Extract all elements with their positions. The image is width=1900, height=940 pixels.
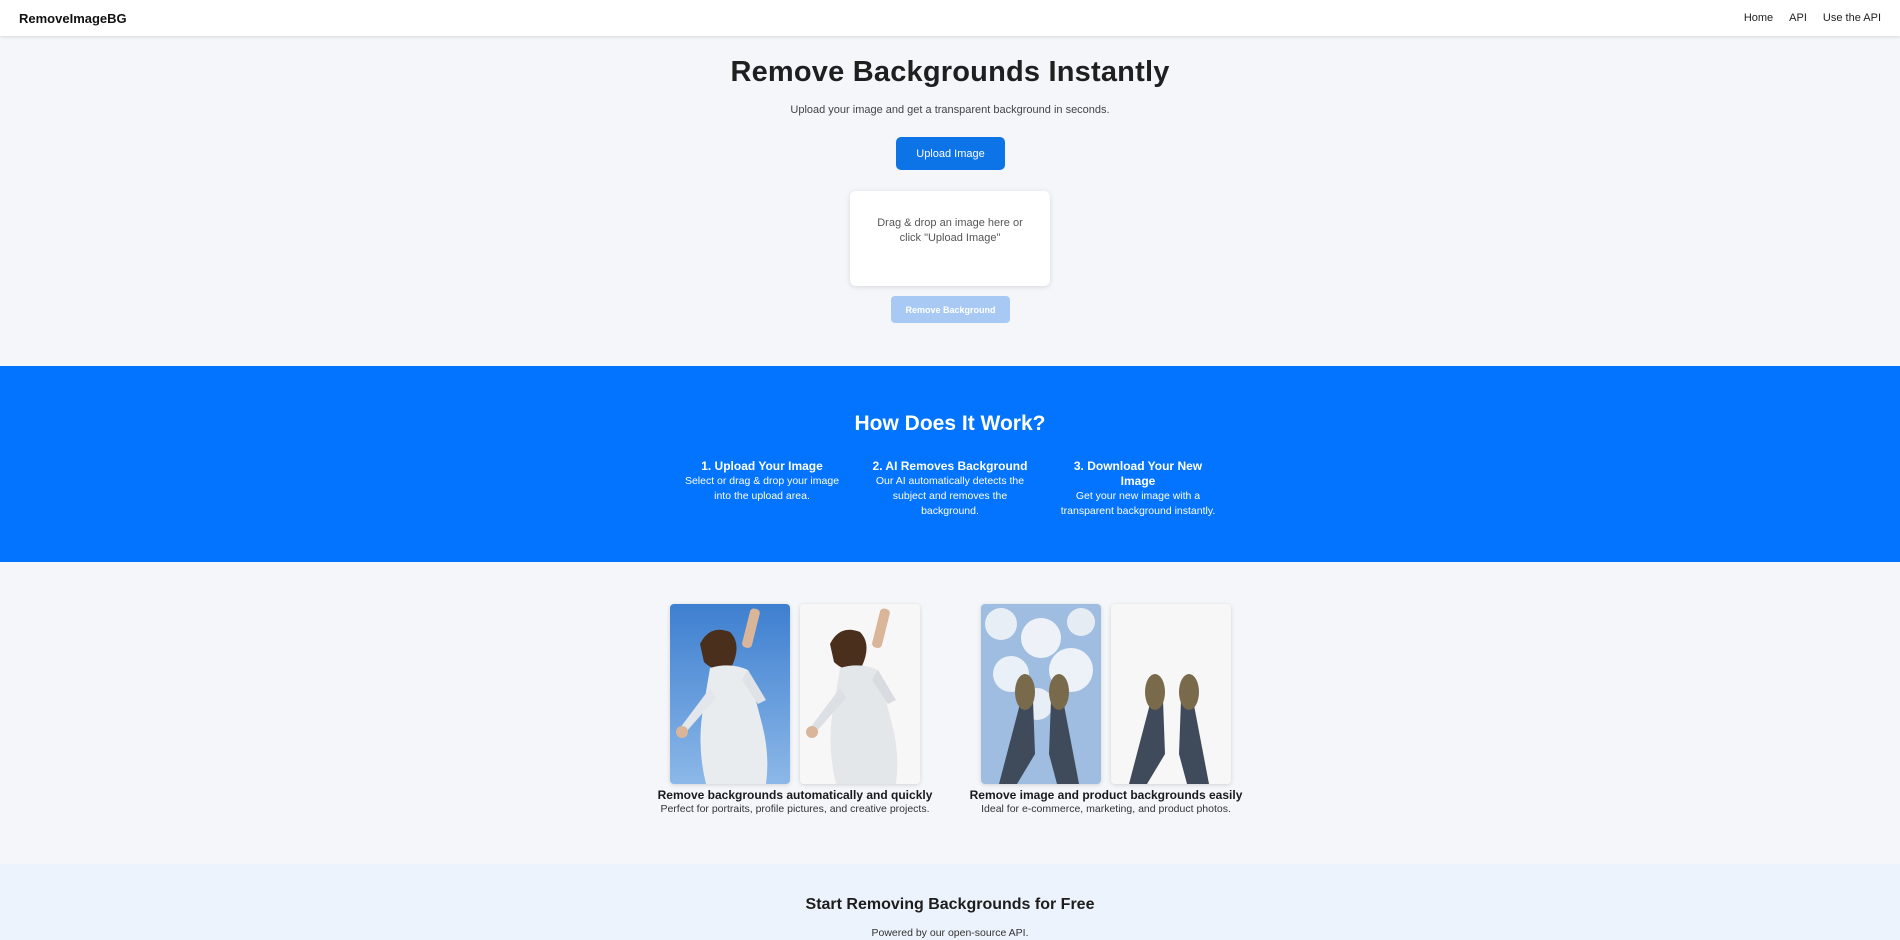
- original-shoes-image: [981, 604, 1101, 784]
- step-item: 1. Upload Your Image Select or drag & dr…: [682, 459, 842, 519]
- dropzone-text: Drag & drop an image here or click "Uplo…: [877, 217, 1023, 244]
- examples-section: Remove backgrounds automatically and qui…: [0, 562, 1900, 862]
- step-title: 2. AI Removes Background: [872, 459, 1028, 473]
- step-title: 3. Download Your New Image: [1073, 459, 1203, 488]
- example-title: Remove backgrounds automatically and qui…: [657, 788, 933, 802]
- result-portrait-image: [800, 604, 920, 784]
- cta-section: Start Removing Backgrounds for Free Powe…: [0, 864, 1900, 940]
- image-pair: [645, 604, 945, 784]
- nav-link-use-api[interactable]: Use the API: [1823, 12, 1881, 24]
- example-text: Perfect for portraits, profile pictures,…: [660, 803, 930, 815]
- remove-background-button[interactable]: Remove Background: [891, 296, 1010, 323]
- hero-section: Remove Backgrounds Instantly Upload your…: [0, 36, 1900, 366]
- how-it-works-section: How Does It Work? 1. Upload Your Image S…: [0, 366, 1900, 562]
- image-pair: [956, 604, 1256, 784]
- step-item: 2. AI Removes Background Our AI automati…: [870, 459, 1030, 519]
- upload-image-button[interactable]: Upload Image: [896, 137, 1005, 170]
- step-title: 1. Upload Your Image: [701, 459, 823, 473]
- nav-links: Home API Use the API: [1744, 12, 1881, 24]
- example-text: Ideal for e-commerce, marketing, and pro…: [981, 803, 1231, 815]
- original-portrait-image: [670, 604, 790, 784]
- steps-list: 1. Upload Your Image Select or drag & dr…: [0, 459, 1900, 519]
- example-title: Remove image and product backgrounds eas…: [969, 788, 1243, 802]
- step-item: 3. Download Your New Image Get your new …: [1058, 459, 1218, 519]
- top-navbar: RemoveImageBG Home API Use the API: [0, 0, 1900, 36]
- example-portrait: Remove backgrounds automatically and qui…: [645, 604, 945, 815]
- page-title: Remove Backgrounds Instantly: [730, 56, 1170, 88]
- upload-dropzone[interactable]: Drag & drop an image here or click "Uplo…: [850, 191, 1050, 286]
- example-product: Remove image and product backgrounds eas…: [956, 604, 1256, 815]
- result-shoes-image: [1111, 604, 1231, 784]
- nav-link-api[interactable]: API: [1789, 12, 1807, 24]
- step-text: Our AI automatically detects the subject…: [875, 475, 1025, 517]
- how-title: How Does It Work?: [854, 412, 1046, 435]
- step-text: Select or drag & drop your image into th…: [684, 475, 840, 502]
- cta-text: Powered by our open-source API.: [871, 927, 1029, 939]
- cta-title: Start Removing Backgrounds for Free: [805, 896, 1095, 913]
- step-text: Get your new image with a transparent ba…: [1060, 490, 1216, 517]
- hero-subtitle: Upload your image and get a transparent …: [790, 104, 1110, 116]
- nav-link-home[interactable]: Home: [1744, 12, 1773, 24]
- brand-logo[interactable]: RemoveImageBG: [19, 11, 127, 26]
